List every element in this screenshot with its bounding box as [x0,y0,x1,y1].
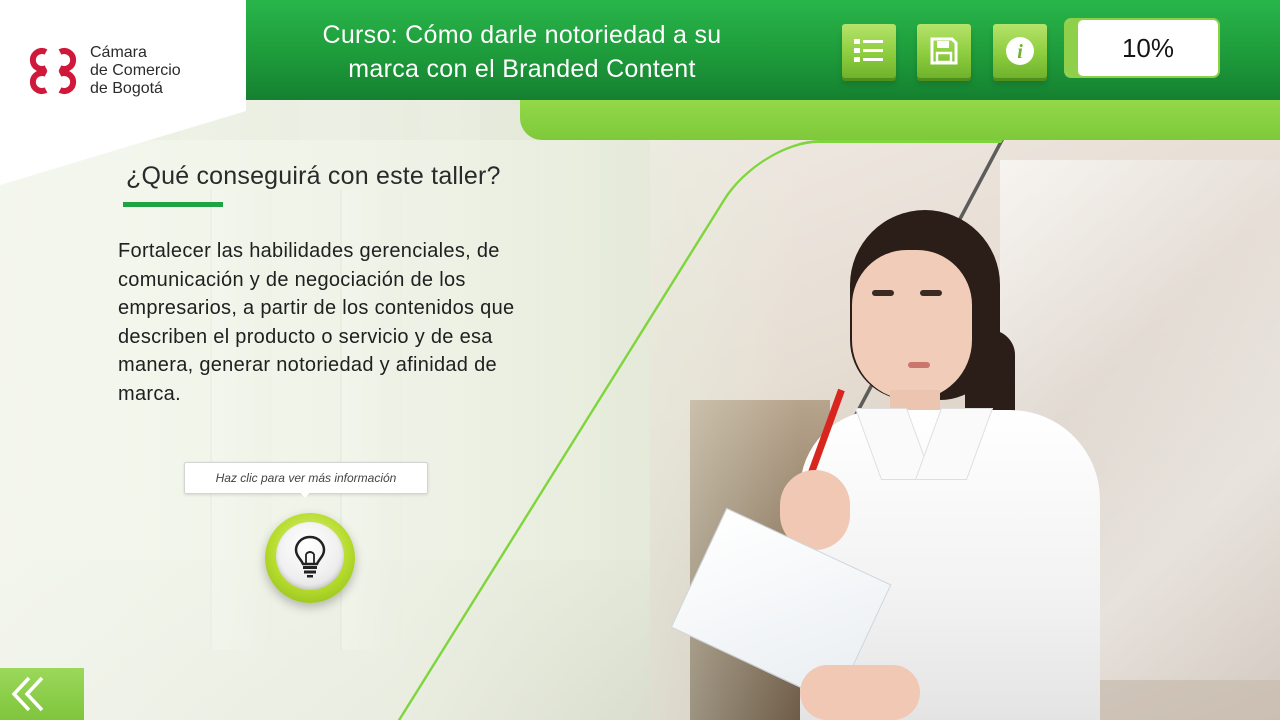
mouth [908,362,930,368]
double-chevron-left-icon [11,676,44,712]
body-line: marca. [118,382,181,405]
body-line: manera, generar notoriedad y afinidad de [118,354,497,376]
course-title: Curso: Cómo darle notoriedad a su marca … [252,18,792,86]
section-title: ¿Qué conseguirá con este taller? [126,162,501,190]
body-line: comunicación y de negociación de los [118,268,466,291]
ccb-logo-mark [29,48,77,94]
logo-line: de Bogotá [90,80,163,97]
progress-label: 10% [1121,32,1175,63]
info-icon: i [1006,37,1034,65]
eye [872,290,894,296]
lightbulb-icon [294,535,326,578]
save-icon [930,37,958,65]
body-line: empresarios, a partir de los contenidos … [118,297,515,319]
course-title-line: Curso: Cómo darle notoriedad a su [322,21,722,49]
body-line: Fortalecer las habilidades gerenciales, … [118,240,500,262]
header-accent-bar [520,98,1280,140]
title-underline [123,202,223,207]
course-slide: Cámara de Comercio de Bogotá Curso: Cómo… [0,0,1280,720]
svg-text:i: i [1017,41,1023,63]
menu-button[interactable] [842,24,896,78]
info-button[interactable]: i [993,24,1047,78]
list-menu-icon [854,39,883,62]
more-info-button[interactable] [265,513,355,603]
logo-text: Cámara de Comercio de Bogotá [90,44,230,98]
save-button[interactable] [917,24,971,78]
back-button[interactable] [0,668,84,720]
face [852,250,972,400]
progress-indicator: 10% [1066,20,1218,76]
bulb-button-face [276,522,344,590]
hand [800,665,920,720]
logo-line: Cámara [90,44,147,61]
hint-text: Haz clic para ver más información [215,471,397,485]
body-line: describen el producto o servicio y de es… [118,325,493,348]
body-text: Fortalecer las habilidades gerenciales, … [118,237,588,408]
woman-photo [670,210,1100,720]
course-title-line: marca con el Branded Content [348,55,696,83]
tooltip-pointer [298,490,312,498]
eye [920,290,942,296]
logo-line: de Comercio [90,62,181,79]
